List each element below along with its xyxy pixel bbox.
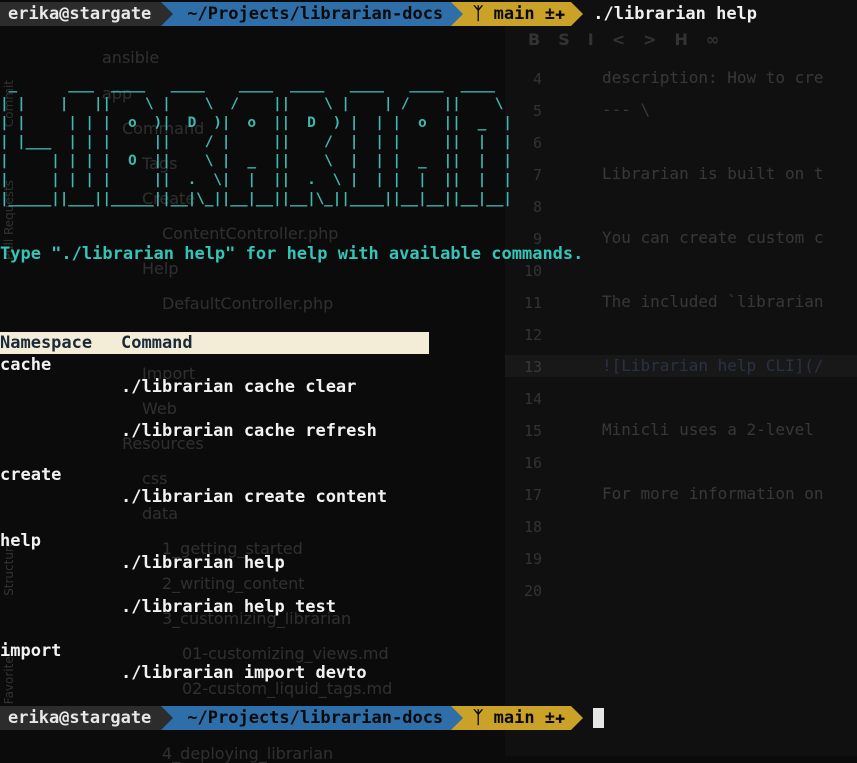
branch-name: main ±✚ bbox=[493, 4, 566, 24]
line-number: 14 bbox=[523, 390, 542, 408]
heading-icon: H bbox=[674, 30, 706, 49]
table-header: Namespace Command bbox=[0, 332, 429, 354]
tree-item: ansible bbox=[102, 48, 160, 67]
line-number: 13 bbox=[523, 358, 542, 376]
editor-line: The included `librarian bbox=[602, 292, 824, 311]
strikethrough-icon: S bbox=[558, 30, 588, 49]
ascii-banner: _ ___ ____ ____ ____ ____ ____ ____ ____… bbox=[0, 77, 512, 207]
command-row: ./librarian import devto bbox=[121, 663, 367, 683]
prompt-separator-icon bbox=[571, 2, 584, 26]
prompt-separator-icon bbox=[161, 2, 174, 26]
code-icon: <> bbox=[611, 30, 675, 49]
prompt-separator-icon bbox=[161, 706, 174, 730]
line-number: 10 bbox=[523, 262, 542, 280]
git-branch-icon: ᛉ bbox=[473, 4, 494, 24]
line-number: 17 bbox=[523, 486, 542, 504]
line-number: 20 bbox=[523, 582, 542, 600]
prompt-git-branch: ᛉ main ±✚ bbox=[463, 706, 572, 730]
line-number: 15 bbox=[523, 422, 542, 440]
command-row: ./librarian cache clear bbox=[121, 377, 357, 397]
editor-line: ![Librarian help CLI](/ bbox=[602, 356, 824, 375]
editor-line: You can create custom c bbox=[602, 228, 824, 247]
italic-icon: I bbox=[587, 30, 612, 49]
prompt-git-branch: ᛉ main ±✚ bbox=[463, 2, 572, 26]
namespace-create: create bbox=[0, 465, 62, 485]
tree-item: 01-customizing_views.md bbox=[182, 644, 389, 663]
tree-item: css bbox=[142, 469, 168, 488]
prompt-user: erika@stargate bbox=[0, 2, 162, 26]
editor-line: Librarian is built on t bbox=[602, 164, 824, 183]
prompt-line-active[interactable]: erika@stargate ~/Projects/librarian-docs… bbox=[0, 706, 605, 730]
namespace-cache: cache bbox=[0, 355, 52, 375]
link-icon: ∞ bbox=[705, 30, 738, 49]
editor-line: --- \ bbox=[602, 100, 651, 119]
prompt-line: erika@stargate ~/Projects/librarian-docs… bbox=[0, 2, 757, 26]
text-cursor[interactable] bbox=[593, 708, 605, 728]
header-namespace: Namespace bbox=[0, 333, 93, 353]
editor-line: Minicli uses a 2-level bbox=[602, 420, 814, 439]
editor-line: description: How to cre bbox=[602, 68, 824, 87]
namespace-import: import bbox=[0, 641, 62, 661]
editor-line: For more information on bbox=[602, 484, 824, 503]
tree-item: Web bbox=[142, 399, 177, 418]
command-row: ./librarian cache refresh bbox=[121, 421, 377, 441]
editor-panel bbox=[505, 0, 857, 756]
tree-item: 4_deploying_librarian bbox=[162, 744, 334, 763]
header-command: Command bbox=[121, 333, 193, 353]
git-branch-icon: ᛉ bbox=[473, 708, 494, 728]
line-number: 11 bbox=[523, 294, 542, 312]
prompt-user: erika@stargate bbox=[0, 706, 162, 730]
tree-item: 2_writing_content bbox=[162, 574, 305, 593]
tree-item: DefaultController.php bbox=[162, 294, 334, 313]
prompt-separator-icon bbox=[451, 2, 464, 26]
prompt-path: ~/Projects/librarian-docs bbox=[173, 706, 452, 730]
prompt-separator-icon bbox=[451, 706, 464, 730]
namespace-help: help bbox=[0, 531, 41, 551]
line-number: 18 bbox=[523, 518, 542, 536]
command-row: ./librarian help bbox=[121, 553, 285, 573]
command-row: ./librarian help test bbox=[121, 597, 336, 617]
help-hint: Type "./librarian help" for help with av… bbox=[0, 244, 584, 264]
bold-icon: B bbox=[528, 30, 559, 49]
prompt-path: ~/Projects/librarian-docs bbox=[173, 2, 452, 26]
command-text: ./librarian help bbox=[593, 4, 758, 24]
markdown-toolbar: BSI<>H∞ bbox=[528, 30, 737, 49]
prompt-separator-icon bbox=[571, 706, 584, 730]
line-number: 12 bbox=[523, 326, 542, 344]
tree-item: ContentController.php bbox=[162, 224, 339, 243]
branch-name: main ±✚ bbox=[493, 708, 566, 728]
line-number: 16 bbox=[523, 454, 542, 472]
line-number: 19 bbox=[523, 550, 542, 568]
command-row: ./librarian create content bbox=[121, 487, 388, 507]
